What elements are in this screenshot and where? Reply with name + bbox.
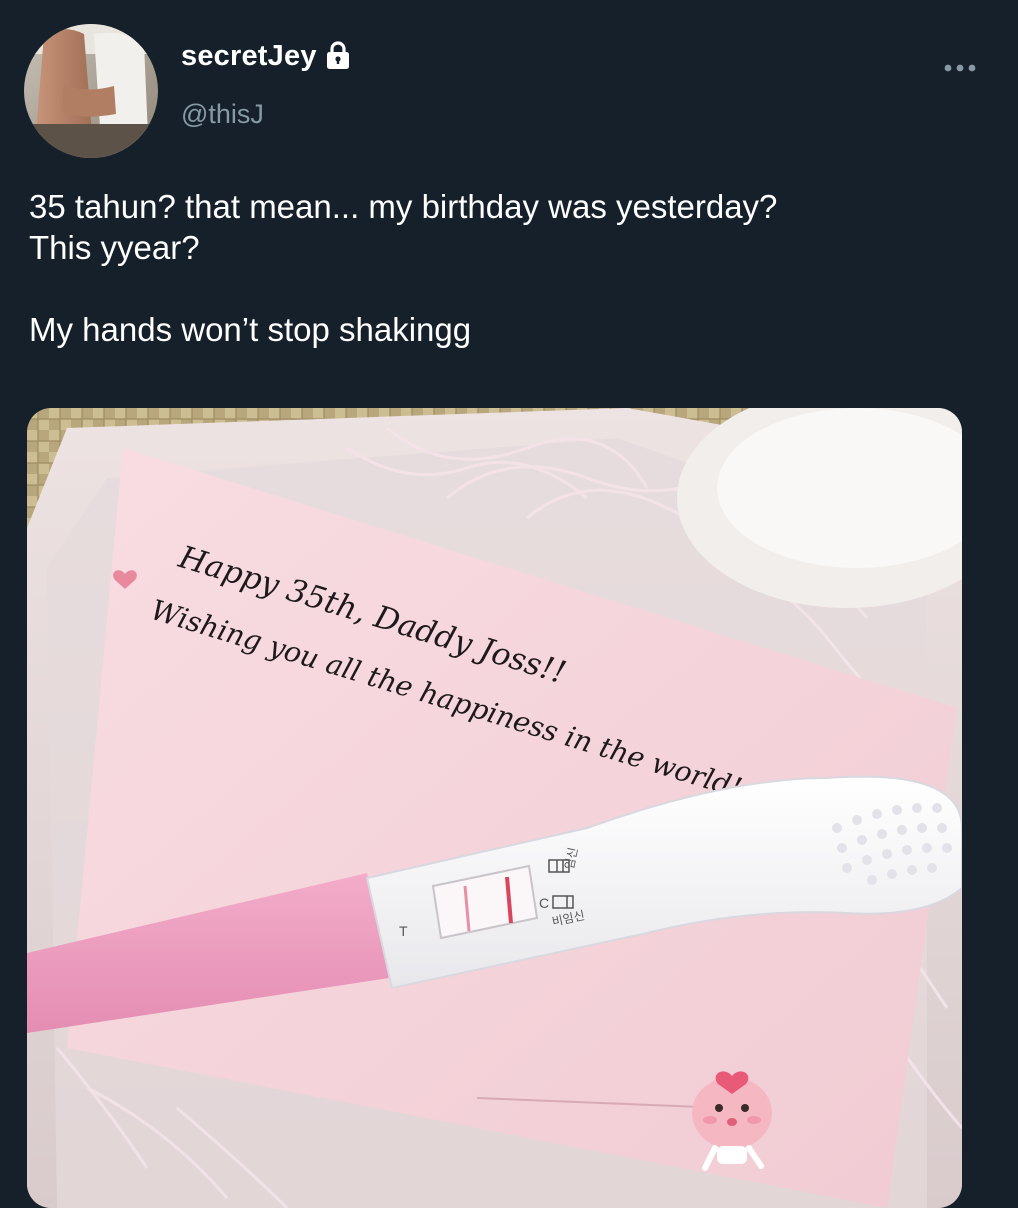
- tweet-text-paragraph-1: 35 tahun? that mean... my birthday was y…: [29, 188, 778, 266]
- tweet-text-paragraph-2: My hands won’t stop shakingg: [29, 311, 472, 348]
- author-name-row: secretJey: [181, 40, 351, 73]
- author-handle[interactable]: @thisJ: [181, 99, 264, 130]
- more-horizontal-icon[interactable]: [940, 58, 980, 78]
- tweet-text: 35 tahun? that mean... my birthday was y…: [29, 186, 1009, 350]
- lock-icon: [325, 40, 351, 70]
- avatar[interactable]: [24, 24, 158, 158]
- tweet-media-photo[interactable]: Happy 35th, Daddy Joss!! Wishing you all…: [27, 408, 962, 1208]
- avatar-image: [24, 24, 158, 158]
- test-label-c: C: [539, 895, 549, 911]
- test-label-t: T: [399, 923, 408, 939]
- author-display-name[interactable]: secretJey: [181, 40, 317, 73]
